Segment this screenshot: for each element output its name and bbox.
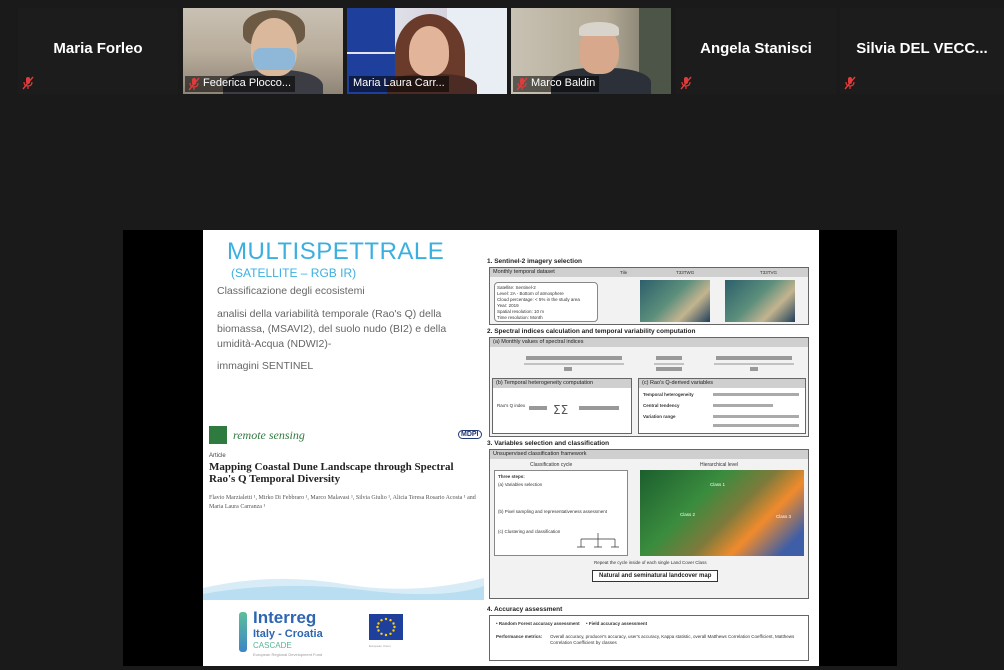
class-label: Class 2: [680, 512, 696, 517]
tile-id: T33TWG: [676, 270, 695, 275]
participant-name: Silvia DEL VECC...: [856, 40, 988, 57]
shared-screen[interactable]: MULTISPETTRALE (SATELLITE – RGB IR) Clas…: [123, 230, 897, 666]
eu-flag-background: [347, 8, 395, 52]
performance-label: Performance metrics:: [496, 634, 543, 639]
interreg-name: Interreg: [253, 608, 317, 627]
classification-steps: Three steps: (a) Variables selection (b)…: [494, 470, 628, 556]
participant-tile[interactable]: Maria Laura Carr...: [347, 8, 507, 94]
participant-name: Marco Baldin: [531, 77, 596, 89]
svg-text:ΣΣ: ΣΣ: [553, 403, 568, 417]
rao-label: Rao's Q index: [497, 403, 526, 408]
muted-mic-icon: [844, 76, 856, 90]
eu-flag-icon: [369, 614, 403, 640]
workflow-step-heading: 4. Accuracy assessment: [487, 606, 563, 613]
tile-label: Tile: [620, 270, 628, 275]
video-person: [253, 48, 295, 70]
workflow-box: • Random Forest accuracy assessment • Fi…: [489, 615, 809, 661]
workflow-box-heading: Unsupervised classification framework: [490, 450, 808, 459]
slide-text: immagini SENTINEL: [217, 360, 314, 372]
rao-formula: ΣΣ: [529, 403, 619, 417]
eu-caption: European Union: [369, 644, 391, 648]
participant-name: Federica Plocco...: [203, 77, 292, 89]
meeting-window: Maria Forleo Federica Plocco... Maria La…: [0, 0, 1004, 670]
workflow-box: Monthly temporal dataset Satellite: Sent…: [489, 267, 809, 325]
tile-id: T33TVG: [760, 270, 778, 275]
interreg-country: Italy - Croatia: [253, 628, 323, 640]
muted-mic-icon: [516, 77, 528, 91]
workflow-subbox: (c) Rao's Q-derived variables Temporal h…: [638, 378, 806, 434]
participant-tile[interactable]: Silvia DEL VECC...: [840, 8, 1004, 94]
article-type: Article: [209, 453, 226, 459]
class-label: Class 1: [710, 482, 726, 487]
participant-tile[interactable]: Maria Forleo: [18, 8, 178, 94]
journal-name: remote sensing: [233, 428, 305, 442]
variable-row-label: Central tendency: [643, 403, 680, 408]
participant-name-label: Maria Laura Carr...: [349, 76, 449, 92]
muted-mic-icon: [188, 77, 200, 91]
class-label: Class 3: [776, 514, 792, 519]
step-text: (a) Variables selection: [498, 482, 543, 487]
dendrogram-icon: [577, 533, 619, 548]
remote-sensing-logo: [209, 426, 227, 444]
repeat-note: Repeat the cycle inside of each single L…: [594, 560, 707, 565]
slide-subtitle: (SATELLITE – RGB IR): [231, 266, 357, 280]
workflow-box-heading: (c) Rao's Q-derived variables: [639, 379, 805, 388]
participant-tile[interactable]: Federica Plocco...: [183, 8, 343, 94]
variable-row-values: [713, 424, 799, 427]
video-person: [409, 26, 449, 76]
participant-name-label: Federica Plocco...: [185, 76, 296, 92]
workflow-step-heading: 3. Variables selection and classificatio…: [487, 440, 610, 447]
participant-strip: Maria Forleo Federica Plocco... Maria La…: [0, 0, 1004, 98]
cycle-label: Classification cycle: [530, 462, 573, 468]
accuracy-item: • Field accuracy assessment: [586, 621, 648, 626]
variable-row-values: [713, 404, 773, 407]
landcover-map-label: Natural and seminatural landcover map: [592, 570, 719, 582]
satellite-image: [725, 280, 795, 322]
interreg-fund: European Regional Development Fund: [253, 652, 323, 657]
slide-text: Classificazione degli ecosistemi: [217, 285, 365, 297]
participant-name: Maria Laura Carr...: [353, 77, 445, 89]
interreg-logo: Interreg Italy - Croatia CASCADE Europea…: [239, 608, 403, 664]
index-formulas: [524, 356, 794, 371]
article-authors: Flavio Marzialetti ¹, Mirko Di Febbraro …: [209, 495, 476, 510]
workflow-box-heading: (b) Temporal heterogeneity computation: [493, 379, 631, 388]
article-title: Mapping Coastal Dune Landscape through S…: [209, 461, 454, 485]
variable-row-label: Temporal heterogeneity: [643, 392, 694, 397]
video-person: [579, 22, 619, 36]
workflow-box-heading: (a) Monthly values of spectral indices: [490, 338, 808, 347]
participant-name-label: Marco Baldin: [513, 76, 600, 92]
mdpi-logo: MDPI: [458, 430, 482, 439]
workflow-subbox: (b) Temporal heterogeneity computation R…: [492, 378, 632, 434]
workflow-step-heading: 2. Spectral indices calculation and temp…: [487, 328, 696, 335]
variable-row-values: [713, 393, 799, 396]
slide-title: MULTISPETTRALE: [227, 238, 445, 265]
participant-tile[interactable]: Angela Stanisci: [676, 8, 836, 94]
variable-row-label: Variation range: [643, 414, 676, 419]
slide-left-column: MULTISPETTRALE (SATELLITE – RGB IR) Clas…: [203, 230, 484, 666]
classification-map: Class 1 Class 2 Class 3: [640, 470, 804, 556]
workflow-box: Unsupervised classification framework Cl…: [489, 449, 809, 599]
muted-mic-icon: [22, 76, 34, 90]
accuracy-item: • Random Forest accuracy assessment: [496, 621, 580, 626]
decorative-wave: [203, 578, 484, 600]
step-text: (b) Pixel sampling and representativenes…: [498, 509, 608, 514]
variable-row-values: [713, 415, 799, 418]
performance-metrics: Overall accuracy, producer's accuracy, u…: [550, 634, 795, 645]
dataset-details: Satellite: Sentinel-2 Level: 2A - Bottom…: [494, 282, 598, 322]
hierarchical-label: Hierarchical level: [700, 462, 739, 468]
workflow-figure: 1. Sentinel-2 imagery selection Monthly …: [487, 258, 815, 666]
step-text: Three steps:: [498, 474, 525, 479]
participant-name: Maria Forleo: [53, 40, 143, 57]
workflow-box: (a) Monthly values of spectral indices (…: [489, 337, 809, 437]
slide-text: analisi della variabilità temporale (Rao…: [217, 308, 447, 350]
workflow-step-heading: 1. Sentinel-2 imagery selection: [487, 258, 583, 265]
participant-name: Angela Stanisci: [700, 40, 812, 57]
interreg-project: CASCADE: [253, 641, 292, 650]
satellite-image: [640, 280, 710, 322]
muted-mic-icon: [680, 76, 692, 90]
participant-tile[interactable]: Marco Baldin: [511, 8, 671, 94]
step-text: (c) Clustering and classification: [498, 529, 561, 534]
interreg-mark: [239, 612, 247, 652]
presentation-slide: MULTISPETTRALE (SATELLITE – RGB IR) Clas…: [203, 230, 819, 666]
